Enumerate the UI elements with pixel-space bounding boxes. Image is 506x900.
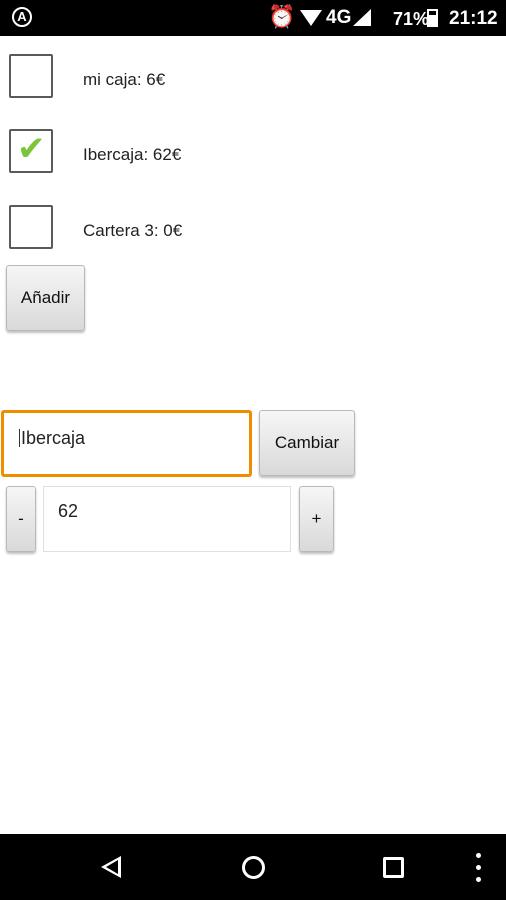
battery-percentage: 71% — [393, 9, 430, 29]
network-type: 4G — [326, 7, 352, 28]
wallet-checkbox[interactable] — [9, 205, 53, 249]
wallet-row-mi-caja: mi caja: 6€ — [0, 46, 506, 106]
amount-input[interactable]: 62 — [43, 486, 291, 552]
home-icon[interactable] — [242, 856, 265, 879]
wallet-label: Cartera 3: 0€ — [83, 221, 183, 240]
checkmark-icon: ✔ — [17, 130, 46, 168]
battery-icon — [427, 9, 438, 27]
wallet-label: Ibercaja: 62€ — [83, 145, 182, 164]
wallet-row-cartera-3: Cartera 3: 0€ — [0, 198, 506, 258]
navigation-bar — [0, 834, 506, 900]
wallet-name-input[interactable]: Ibercaja — [1, 410, 252, 477]
recents-icon[interactable] — [383, 857, 404, 878]
wallet-row-ibercaja: ✔ Ibercaja: 62€ — [0, 122, 506, 182]
wifi-icon — [300, 10, 322, 26]
alarm-icon: ⏰ — [268, 4, 296, 29]
increment-button[interactable]: + — [299, 486, 334, 552]
change-button[interactable]: Cambiar — [259, 410, 355, 476]
decrement-button[interactable]: - — [6, 486, 36, 552]
wallet-name-value-wrap: Ibercaja — [19, 427, 85, 449]
wallet-checkbox[interactable] — [9, 54, 53, 98]
clock: 21:12 — [449, 8, 498, 29]
signal-icon — [353, 9, 371, 26]
text-cursor — [19, 429, 20, 447]
wallet-label: mi caja: 6€ — [83, 70, 166, 89]
add-button[interactable]: Añadir — [6, 265, 85, 331]
wallet-name-value: Ibercaja — [21, 428, 86, 448]
app-notification-icon: A — [12, 7, 32, 27]
more-icon[interactable] — [476, 853, 481, 883]
status-bar: A ⏰ 4G 71% 21:12 — [0, 0, 506, 36]
amount-value: 62 — [58, 501, 79, 521]
back-icon-inner — [106, 860, 118, 874]
wallet-checkbox[interactable]: ✔ — [9, 129, 53, 173]
